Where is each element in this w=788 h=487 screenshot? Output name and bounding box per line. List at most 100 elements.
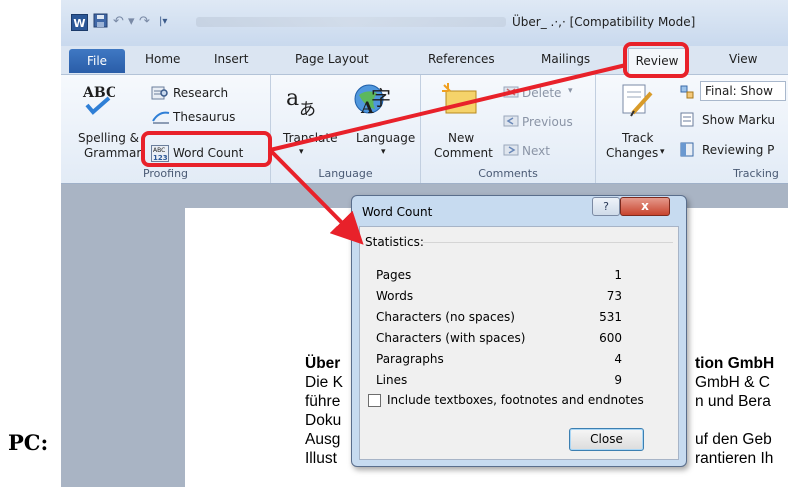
doc-line-2-left: Die K — [305, 374, 343, 391]
tab-file[interactable]: File — [69, 49, 125, 73]
research-button[interactable]: Research — [173, 86, 228, 100]
statistics-header: Statistics: — [365, 235, 424, 249]
group-proofing: ABC Spelling & Grammar Research Thesauru… — [61, 75, 271, 183]
stat-value-chars-no-spaces: 531 — [599, 310, 622, 324]
ribbon-review: ABC Spelling & Grammar Research Thesauru… — [61, 74, 788, 184]
undo-icon[interactable]: ↶ ▾ — [113, 13, 135, 31]
group-tracking: Track Changes ▾ Final: Show Show Marku R… — [596, 75, 788, 183]
doc-line-6-right: rantieren Ih — [695, 450, 774, 467]
tab-mailings[interactable]: Mailings — [541, 52, 590, 66]
stat-label-lines: Lines — [376, 373, 408, 387]
track-changes-button-line2[interactable]: Changes — [606, 146, 658, 160]
dialog-body: Statistics: Pages 1 Words 73 Characters … — [359, 226, 679, 460]
svg-text:あ: あ — [299, 100, 316, 119]
ribbon-tab-bar: File Home Insert Page Layout References … — [61, 46, 788, 74]
group-comments: New Comment Delete ▾ Previous Next Comme… — [421, 75, 596, 183]
word-count-button[interactable]: Word Count — [173, 146, 243, 160]
tab-review[interactable]: Review — [628, 48, 686, 74]
close-button[interactable]: Close — [569, 428, 644, 451]
include-textboxes-checkbox[interactable] — [368, 394, 381, 407]
svg-text:ABC: ABC — [82, 85, 115, 101]
doc-line-6-left: Illust — [305, 450, 337, 467]
save-icon[interactable] — [93, 13, 108, 34]
group-label-tracking: Tracking — [733, 167, 779, 180]
redo-icon[interactable]: ↷ — [139, 13, 150, 31]
word-count-icon: ABC 123 — [151, 145, 169, 165]
include-textboxes-label[interactable]: Include textboxes, footnotes and endnote… — [387, 393, 644, 407]
next-comment-button[interactable]: Next — [522, 144, 550, 158]
spelling-grammar-icon: ABC — [81, 83, 117, 120]
word-logo-icon[interactable]: W — [71, 14, 88, 31]
tab-view[interactable]: View — [729, 52, 757, 66]
thesaurus-icon — [151, 109, 171, 128]
pc-label: PC: — [8, 430, 49, 455]
spelling-grammar-button-line1[interactable]: Spelling & — [78, 131, 139, 145]
language-icon: 字A — [353, 81, 391, 122]
group-label-language: Language — [318, 167, 373, 180]
new-comment-button-line1[interactable]: New — [448, 131, 474, 145]
dialog-close-x-button[interactable]: x — [620, 197, 670, 216]
track-changes-button-line1[interactable]: Track — [622, 131, 653, 145]
group-label-proofing: Proofing — [142, 167, 189, 180]
doc-line-4-left: Doku — [305, 412, 342, 429]
translate-icon: aあ — [285, 85, 321, 122]
track-changes-dropdown-icon[interactable]: ▾ — [660, 147, 665, 157]
window-title: Über_ .·,· [Compatibility Mode] — [512, 15, 696, 29]
display-for-review-icon — [680, 85, 694, 102]
translate-button[interactable]: Translate — [283, 131, 338, 145]
doc-line-3-right: n und Bera — [695, 393, 771, 410]
svg-text:A: A — [360, 98, 374, 117]
title-blur-redaction — [196, 17, 506, 27]
thesaurus-button[interactable]: Thesaurus — [173, 110, 235, 124]
svg-text:ABC: ABC — [153, 147, 165, 154]
tab-references[interactable]: References — [428, 52, 495, 66]
stat-label-chars-with-spaces: Characters (with spaces) — [376, 331, 526, 345]
doc-line-2-right: GmbH & C — [695, 374, 770, 391]
stat-value-lines: 9 — [614, 373, 622, 387]
tab-home[interactable]: Home — [145, 52, 180, 66]
previous-comment-icon — [503, 114, 519, 131]
stat-label-words: Words — [376, 289, 414, 303]
stat-value-paragraphs: 4 — [614, 352, 622, 366]
doc-line-5-right: uf den Geb — [695, 431, 772, 448]
svg-text:a: a — [286, 86, 299, 111]
word-window: W ↶ ▾ ↷ |▾ Über_ .·,· [Compatibility Mod… — [61, 0, 788, 487]
reviewing-pane-icon — [680, 142, 694, 160]
stat-label-paragraphs: Paragraphs — [376, 352, 444, 366]
language-button[interactable]: Language — [356, 131, 415, 145]
translate-dropdown-icon[interactable]: ▾ — [299, 147, 304, 157]
dialog-help-button[interactable]: ? — [592, 197, 620, 216]
delete-comment-icon — [503, 85, 519, 102]
tab-insert[interactable]: Insert — [214, 52, 248, 66]
display-for-review-select[interactable]: Final: Show — [700, 81, 786, 101]
next-comment-icon — [503, 143, 519, 160]
doc-line-3-left: führe — [305, 393, 341, 410]
stat-value-words: 73 — [606, 289, 622, 303]
language-dropdown-icon[interactable]: ▾ — [381, 147, 386, 157]
stat-label-chars-no-spaces: Characters (no spaces) — [376, 310, 515, 324]
group-label-comments: Comments — [478, 167, 538, 180]
spelling-grammar-button-line2[interactable]: Grammar — [84, 146, 141, 160]
stat-label-pages: Pages — [376, 268, 412, 282]
stat-value-pages: 1 — [614, 268, 622, 282]
previous-comment-button[interactable]: Previous — [522, 115, 573, 129]
title-bar: W ↶ ▾ ↷ |▾ Über_ .·,· [Compatibility Mod… — [61, 0, 788, 46]
stat-value-chars-with-spaces: 600 — [599, 331, 622, 345]
dialog-title: Word Count — [362, 205, 433, 219]
delete-dropdown-icon[interactable]: ▾ — [568, 86, 573, 96]
svg-text:字: 字 — [371, 86, 391, 110]
new-comment-button-line2[interactable]: Comment — [434, 146, 493, 160]
svg-text:123: 123 — [153, 154, 168, 162]
word-count-dialog: Word Count ? x Statistics: Pages 1 Words… — [351, 195, 687, 467]
track-changes-icon — [619, 83, 655, 122]
statistics-divider — [423, 242, 673, 243]
reviewing-pane-button[interactable]: Reviewing P — [702, 143, 774, 157]
doc-line-1-right: tion GmbH — [695, 355, 775, 372]
show-markup-button[interactable]: Show Marku — [702, 113, 775, 127]
customize-qat-icon[interactable]: |▾ — [159, 13, 167, 31]
research-icon — [151, 85, 169, 104]
tab-page-layout[interactable]: Page Layout — [295, 52, 369, 66]
doc-line-1-left: Über — [305, 355, 341, 372]
delete-comment-button[interactable]: Delete — [522, 86, 561, 100]
new-comment-icon — [440, 83, 480, 122]
